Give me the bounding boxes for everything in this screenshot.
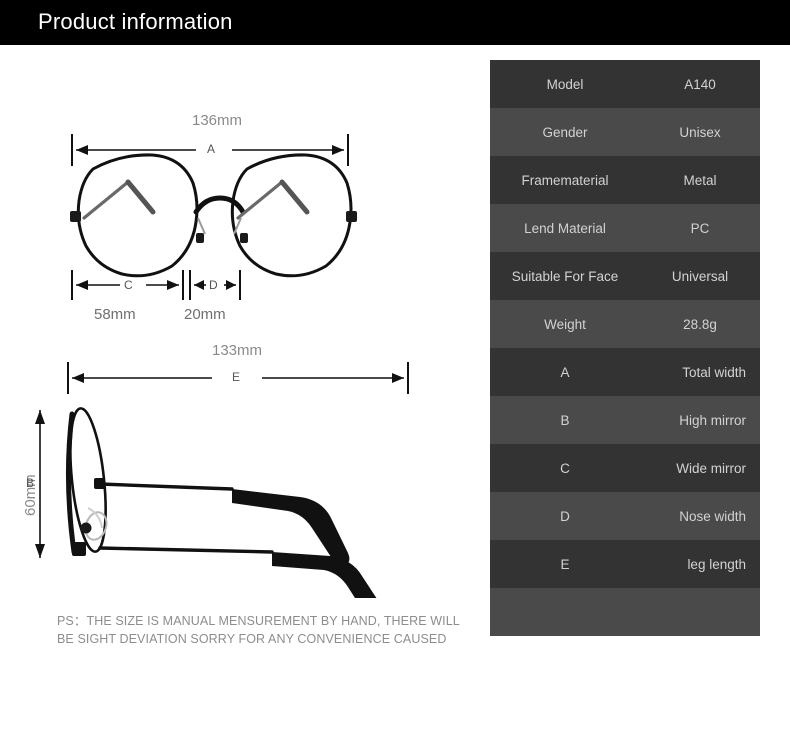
table-row: Gender Unisex xyxy=(490,108,760,156)
front-total-width-letter: A xyxy=(207,142,216,156)
table-row: Weight 28.8g xyxy=(490,300,760,348)
spec-label: Gender xyxy=(542,124,588,140)
measurement-disclaimer: PS：THE SIZE IS MANUAL MENSUREMENT BY HAN… xyxy=(57,612,460,648)
side-leg-length-letter: E xyxy=(232,370,241,384)
table-row: Eleg length xyxy=(490,540,760,588)
specification-table: Model A140 Gender Unisex Framematerial Metal L… xyxy=(490,60,760,636)
front-view-diagram: 136mm A C D 58mm 20mm xyxy=(0,110,470,340)
table-row: Framematerial Metal xyxy=(490,156,760,204)
spec-value: A140 xyxy=(684,76,716,92)
spec-value: 28.8g xyxy=(683,316,717,332)
table-row: D Nose width xyxy=(490,492,760,540)
spec-value: Nose width xyxy=(679,508,746,524)
spec-label: A xyxy=(560,364,570,380)
disclaimer-line-2: BE SIGHT DEVIATION SORRY FOR ANY CONVENI… xyxy=(57,632,447,646)
side-leg-length-value: 133mm xyxy=(212,342,263,359)
spec-label: B xyxy=(560,412,570,428)
front-view-illustration xyxy=(70,134,357,300)
disclaimer-line-1: PS：THE SIZE IS MANUAL MENSUREMENT BY HAN… xyxy=(57,614,460,628)
table-row: Lend Material PC xyxy=(490,204,760,252)
product-information-page: Product information 136mm A C D 58mm 20m… xyxy=(0,0,790,744)
page-title: Product information xyxy=(38,9,233,34)
spec-value: PC xyxy=(690,220,710,236)
front-lens-width-letter: C xyxy=(124,278,133,292)
side-height-letter: B xyxy=(26,476,35,490)
spec-value: Universal xyxy=(671,268,729,284)
spec-label: D xyxy=(560,508,570,524)
front-bridge-width-value: 20mm xyxy=(184,306,226,323)
table-row: C Wide mirror xyxy=(490,444,760,492)
front-total-width-value: 136mm xyxy=(192,112,243,129)
spec-label: Framematerial xyxy=(521,172,609,188)
spec-label: E xyxy=(560,556,570,572)
table-row: A Total width xyxy=(490,348,760,396)
spec-value: Wide mirror xyxy=(676,460,746,476)
spec-value: Metal xyxy=(683,172,717,188)
table-row: Model A140 xyxy=(490,60,760,108)
front-lens-width-value: 58mm xyxy=(94,306,136,323)
spec-value: Total width xyxy=(682,364,746,380)
spec-value: leg length xyxy=(687,556,746,572)
front-bridge-width-letter: D xyxy=(209,278,218,292)
header-bar: Product information xyxy=(0,0,790,45)
table-row: B High mirror xyxy=(490,396,760,444)
spec-label: Suitable For Face xyxy=(511,268,619,284)
table-row: Suitable For Face Universal xyxy=(490,252,760,300)
spec-value: Unisex xyxy=(679,124,721,140)
spec-label: Lend Material xyxy=(524,220,606,236)
spec-label: C xyxy=(560,460,570,476)
spec-label: Weight xyxy=(544,316,586,332)
table-row-empty xyxy=(490,588,760,636)
side-view-diagram: 133mm E 60mm B xyxy=(0,342,470,651)
spec-label: Model xyxy=(546,76,584,92)
spec-value: High mirror xyxy=(679,412,746,428)
side-view-illustration xyxy=(35,362,409,651)
